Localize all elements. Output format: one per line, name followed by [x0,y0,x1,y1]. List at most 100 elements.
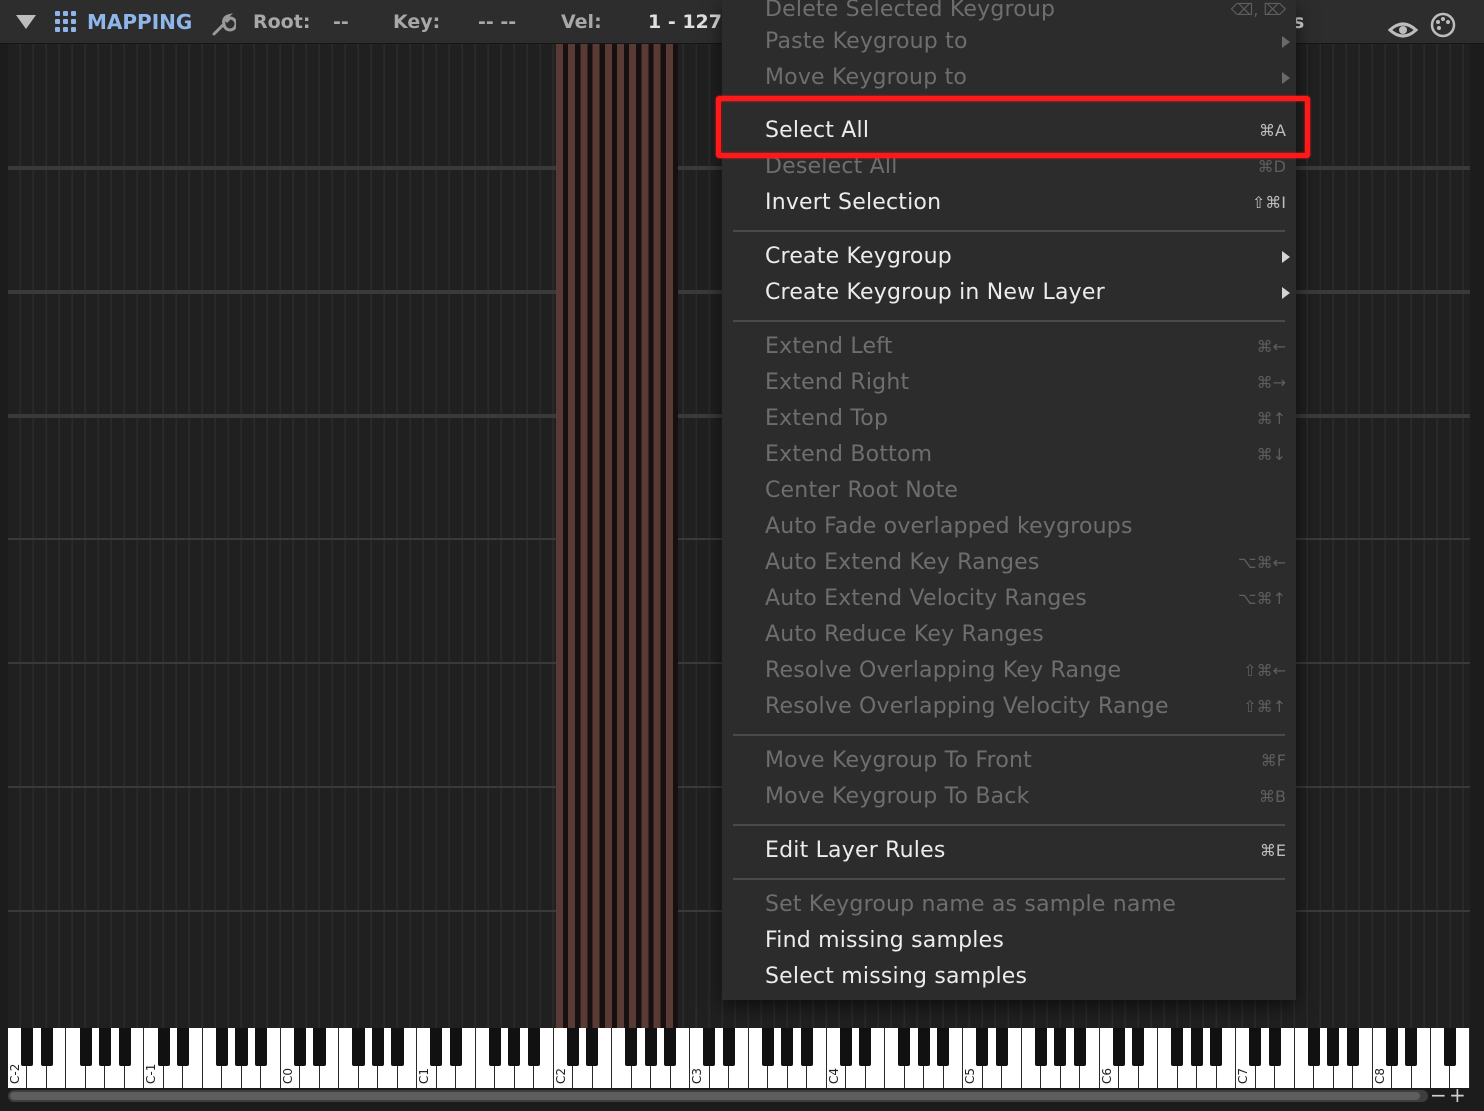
black-key[interactable] [99,1028,112,1066]
black-key[interactable] [118,1028,131,1066]
menu-item-edit-layer-rules[interactable]: Edit Layer Rules ⌘E [722,833,1296,869]
menu-separator [733,824,1285,826]
black-key[interactable] [254,1028,268,1066]
highlight-annotation [716,96,1310,158]
menu-item-auto-reduce-key-ranges[interactable]: Auto Reduce Key Ranges [722,617,1296,653]
black-key[interactable] [1034,1028,1047,1066]
black-key[interactable] [21,1028,34,1066]
black-key[interactable] [781,1028,794,1066]
black-key[interactable] [761,1028,774,1066]
black-key[interactable] [391,1028,404,1066]
menu-item-center-root-note[interactable]: Center Root Note [722,473,1296,509]
black-key[interactable] [1346,1028,1359,1066]
black-key[interactable] [293,1028,307,1066]
black-key[interactable] [430,1028,443,1066]
black-key[interactable] [235,1028,248,1066]
black-key[interactable] [1405,1028,1418,1066]
black-key[interactable] [1171,1028,1184,1066]
zoom-out-icon[interactable]: − [1430,1085,1447,1105]
keygroup-block[interactable] [556,44,678,1028]
eye-icon[interactable] [1387,12,1419,38]
menu-item-label: Find missing samples [765,928,1004,953]
vel-value[interactable]: 1 - 127 [648,0,722,44]
black-key[interactable] [1307,1028,1320,1066]
piano-keyboard[interactable]: C-2 C-1 C0 C1 C2 C3 C4 C5 C6 C7 C8 [8,1028,1470,1088]
black-key[interactable] [1249,1028,1262,1066]
menu-item-resolve-overlapping-velocity-range[interactable]: Resolve Overlapping Velocity Range ⇧⌘↑ [722,689,1296,725]
menu-item-create-keygroup-new-layer[interactable]: Create Keygroup in New Layer [722,275,1296,311]
menu-item-resolve-overlapping-key-range[interactable]: Resolve Overlapping Key Range ⇧⌘← [722,653,1296,689]
menu-item-paste-keygroup-to[interactable]: Paste Keygroup to [722,24,1296,60]
menu-item-auto-extend-velocity-ranges[interactable]: Auto Extend Velocity Ranges ⌥⌘↑ [722,581,1296,617]
black-key[interactable] [859,1028,872,1066]
black-key[interactable] [995,1028,1008,1066]
black-key[interactable] [1385,1028,1398,1066]
menu-item-auto-fade-overlapped[interactable]: Auto Fade overlapped keygroups [722,509,1296,545]
black-key[interactable] [722,1028,735,1066]
black-key[interactable] [800,1028,813,1066]
menu-item-move-keygroup-to[interactable]: Move Keygroup to [722,60,1296,96]
key-value[interactable]: -- -- [478,0,516,44]
menu-item-label: Create Keygroup in New Layer [765,280,1105,305]
black-key[interactable] [1073,1028,1086,1066]
black-key[interactable] [527,1028,540,1066]
menu-item-find-missing-samples[interactable]: Find missing samples [722,923,1296,959]
black-key[interactable] [1190,1028,1203,1066]
black-key[interactable] [917,1028,930,1066]
black-key[interactable] [449,1028,462,1066]
black-key[interactable] [976,1028,989,1066]
scrollbar-thumb[interactable] [10,1092,1420,1100]
menu-item-label: Move Keygroup To Back [765,784,1030,809]
menu-item-label: Create Keygroup [765,244,952,269]
menu-item-move-keygroup-back[interactable]: Move Keygroup To Back ⌘B [722,779,1296,815]
collapse-triangle-icon[interactable] [16,15,36,29]
palette-icon[interactable] [1430,10,1456,38]
menu-item-extend-top[interactable]: Extend Top ⌘↑ [722,401,1296,437]
menu-item-invert-selection[interactable]: Invert Selection ⇧⌘I [722,185,1296,221]
black-key[interactable] [566,1028,579,1066]
black-key[interactable] [1112,1028,1125,1066]
menu-item-label: Move Keygroup To Front [765,748,1032,773]
black-key[interactable] [625,1028,638,1066]
zoom-in-icon[interactable]: + [1449,1085,1466,1105]
horizontal-scrollbar[interactable] [8,1090,1428,1102]
wrench-icon[interactable] [210,10,238,36]
black-key[interactable] [177,1028,190,1066]
black-key[interactable] [1327,1028,1340,1066]
menu-item-auto-extend-key-ranges[interactable]: Auto Extend Key Ranges ⌥⌘← [722,545,1296,581]
menu-separator [733,230,1285,232]
black-key[interactable] [352,1028,365,1066]
menu-item-extend-bottom[interactable]: Extend Bottom ⌘↓ [722,437,1296,473]
black-key[interactable] [313,1028,326,1066]
menu-item-label: Resolve Overlapping Key Range [765,658,1122,683]
root-value[interactable]: -- [333,0,349,44]
black-key[interactable] [586,1028,599,1066]
menu-item-extend-right[interactable]: Extend Right ⌘→ [722,365,1296,401]
menu-item-extend-left[interactable]: Extend Left ⌘← [722,329,1296,365]
black-key[interactable] [664,1028,677,1066]
black-key[interactable] [79,1028,92,1066]
black-key[interactable] [1268,1028,1281,1066]
menu-item-shortcut: ⌘↑ [1256,409,1286,428]
submenu-arrow-icon [1282,287,1290,299]
menu-item-create-keygroup[interactable]: Create Keygroup [722,239,1296,275]
black-key[interactable] [1132,1028,1145,1066]
black-key[interactable] [508,1028,521,1066]
black-key[interactable] [1210,1028,1223,1066]
grid-icon[interactable] [55,11,77,33]
black-key[interactable] [703,1028,716,1066]
black-key[interactable] [839,1028,852,1066]
black-key[interactable] [371,1028,385,1066]
menu-item-move-keygroup-front[interactable]: Move Keygroup To Front ⌘F [722,743,1296,779]
menu-item-set-keygroup-name[interactable]: Set Keygroup name as sample name [722,887,1296,923]
black-key[interactable] [157,1028,170,1066]
black-key[interactable] [40,1028,53,1066]
black-key[interactable] [937,1028,950,1066]
black-key[interactable] [488,1028,501,1066]
black-key[interactable] [898,1028,911,1066]
black-key[interactable] [1444,1028,1457,1066]
menu-item-select-missing-samples[interactable]: Select missing samples [722,959,1296,995]
black-key[interactable] [644,1028,657,1066]
black-key[interactable] [215,1028,229,1066]
black-key[interactable] [1054,1028,1067,1066]
